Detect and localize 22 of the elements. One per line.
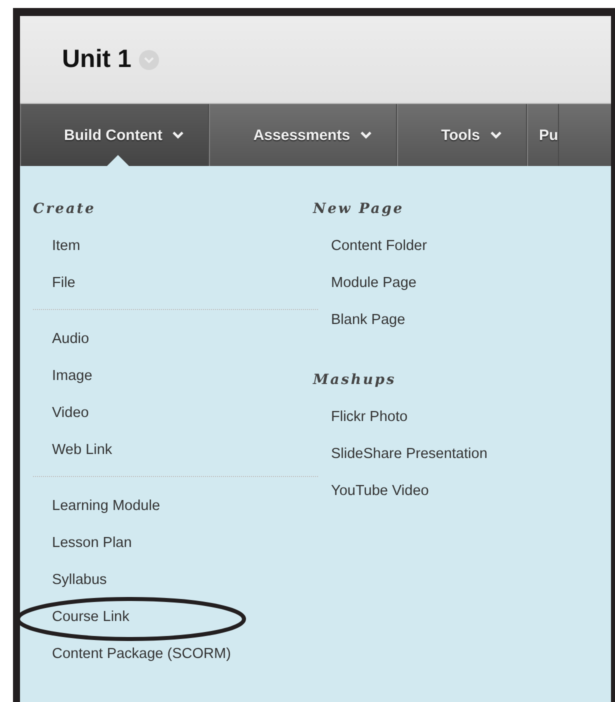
menu-item[interactable]: Image: [20, 358, 92, 395]
menu-item[interactable]: Item: [20, 228, 80, 265]
menu-item[interactable]: Content Folder: [313, 228, 427, 265]
section-heading: Create: [32, 200, 97, 219]
page-title: Unit 1: [62, 45, 132, 74]
nav-tab[interactable]: Build Content: [20, 104, 210, 166]
menu-item[interactable]: Lesson Plan: [20, 525, 132, 562]
menu-item[interactable]: SlideShare Presentation: [313, 436, 488, 473]
menu-item[interactable]: Audio: [20, 321, 90, 358]
menu-item[interactable]: Video: [20, 395, 89, 432]
menu-item[interactable]: File: [20, 265, 76, 302]
menu-item[interactable]: Web Link: [20, 432, 112, 469]
menu-item[interactable]: Flickr Photo: [313, 399, 408, 436]
dropdown-icon[interactable]: [139, 50, 160, 70]
menu-item[interactable]: Blank Page: [313, 302, 406, 339]
menu-item[interactable]: Syllabus: [20, 562, 107, 599]
section-heading: New Page: [313, 200, 405, 219]
menu-item[interactable]: Learning Module: [20, 488, 160, 525]
section-heading: Mashups: [313, 371, 398, 390]
menu-item[interactable]: Module Page: [313, 265, 416, 302]
menu-item[interactable]: Content Package (SCORM): [20, 636, 231, 673]
menu-item[interactable]: YouTube Video: [313, 473, 429, 510]
